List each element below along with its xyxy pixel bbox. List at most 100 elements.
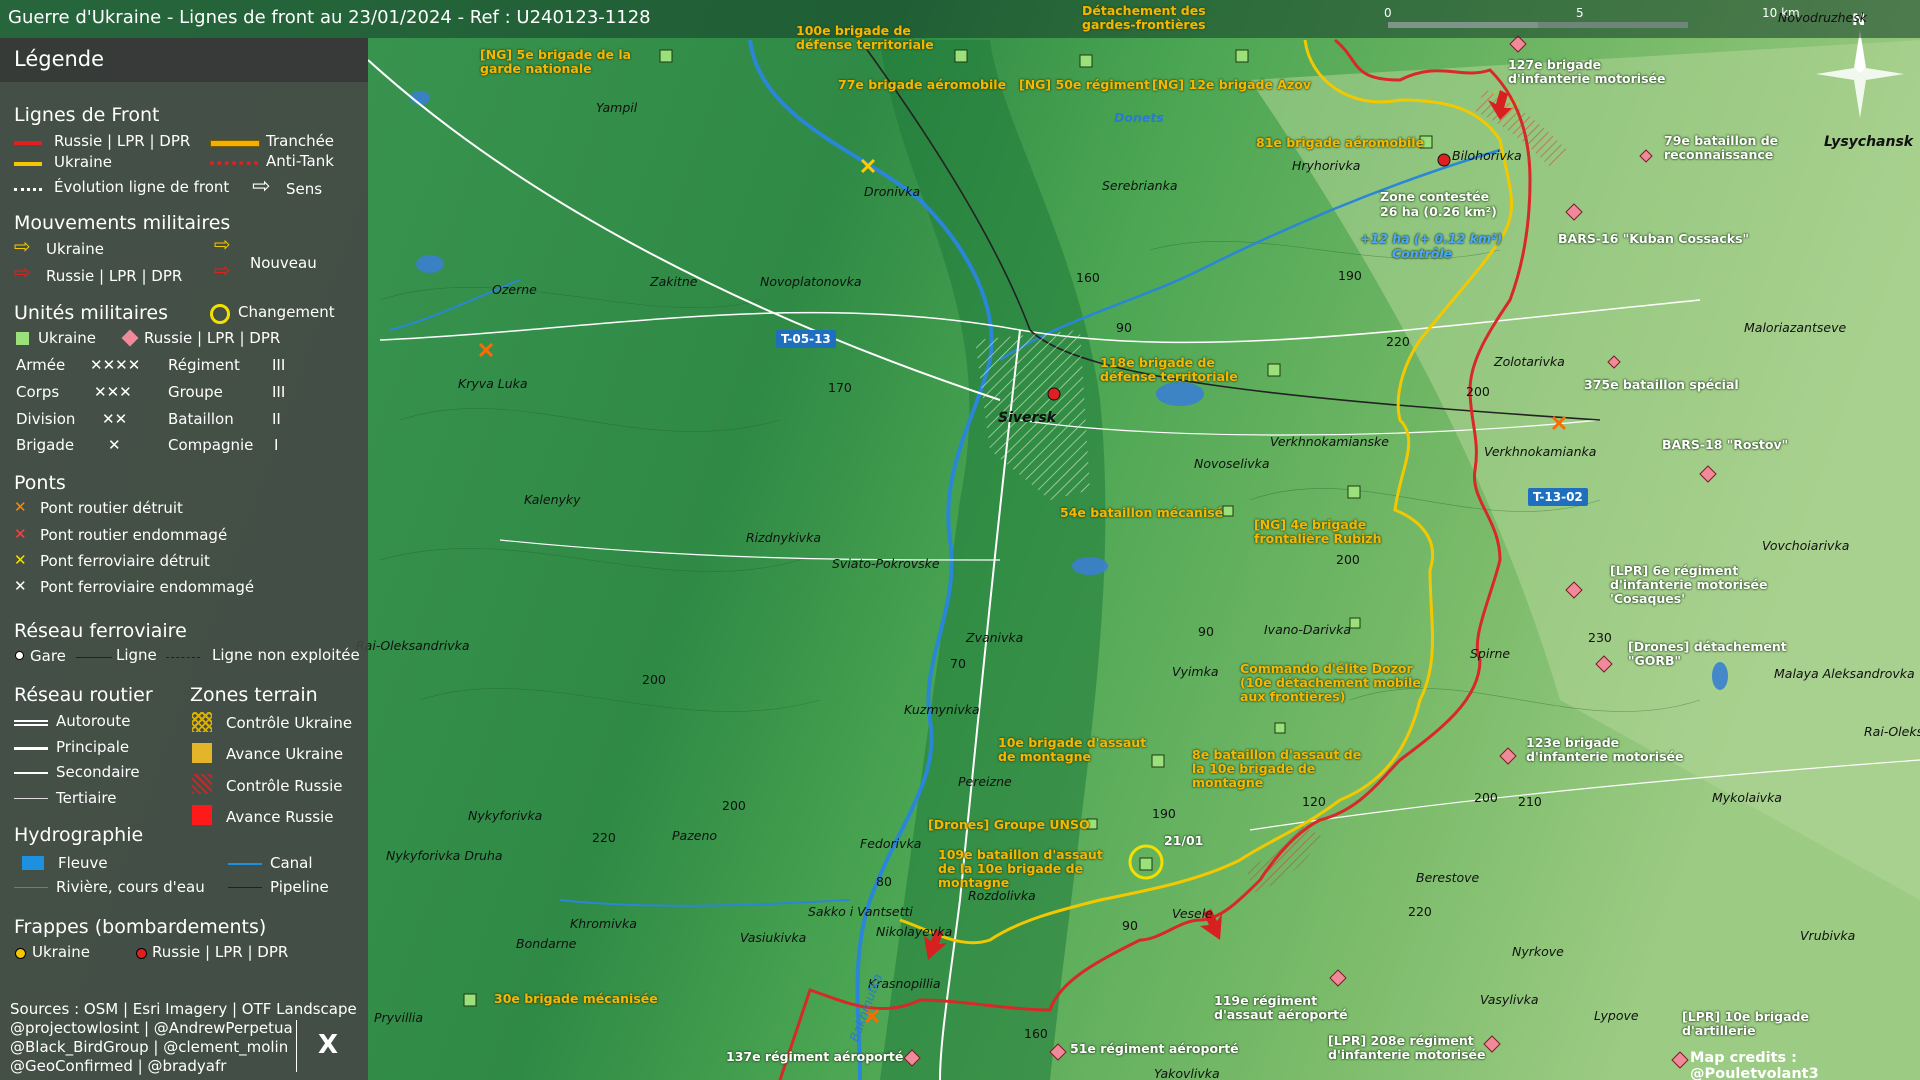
echelon-label: Compagnie [168, 436, 254, 454]
elevation-label: 190 [1152, 806, 1176, 821]
place-label: Rozdolivka [968, 888, 1036, 903]
highway-swatch [14, 720, 48, 726]
legend-units-russia: Russie | LPR | DPR [144, 329, 281, 347]
place-label: Malaya Aleksandrovka [1774, 666, 1915, 681]
x-logo-icon[interactable]: X [318, 1030, 338, 1060]
sources-line: @GeoConfirmed | @bradyafr [10, 1057, 227, 1075]
unit-ua-label[interactable]: [NG] 4e brigade frontalière Rubizh [1254, 518, 1434, 546]
unit-ru-label[interactable]: 375e bataillon spécial [1584, 378, 1739, 392]
place-label: Vyimka [1172, 664, 1219, 679]
elevation-label: 230 [1588, 630, 1612, 645]
legend-front-antitank: Anti-Tank [266, 152, 334, 170]
elevation-label: 160 [1076, 270, 1100, 285]
echelon-symbol: ✕✕✕ [94, 383, 132, 401]
unit-ru-label[interactable]: [LPR] 6e régiment d'infanterie motorisée… [1610, 564, 1770, 606]
legend-moves-russia: Russie | LPR | DPR [46, 267, 183, 285]
unit-ua-label[interactable]: 109e bataillon d'assaut de la 10e brigad… [938, 848, 1118, 890]
place-label: Nyrkove [1512, 944, 1564, 959]
legend-zones-title: Zones terrain [190, 684, 318, 706]
echelon-label: Régiment [168, 356, 240, 374]
unit-ru-label[interactable]: BARS-18 "Rostov" [1662, 438, 1788, 452]
unit-ua-label[interactable]: 77e brigade aéromobile [838, 78, 1006, 92]
unit-ua-label[interactable]: [NG] 5e brigade de la garde nationale [480, 48, 650, 76]
legend-front-russia: Russie | LPR | DPR [54, 132, 191, 150]
unit-ua-label[interactable]: [NG] 12e brigade Azov [1152, 78, 1311, 92]
unit-ua-label[interactable]: 81e brigade aéromobile [1256, 136, 1424, 150]
place-label: Nykyforivka [468, 808, 543, 823]
zone-note-title: Zone contestée [1380, 189, 1490, 204]
place-label: Bilohorivka [1452, 148, 1522, 163]
elevation-label: 200 [642, 672, 666, 687]
place-label: Kalenyky [524, 492, 581, 507]
rail-line-swatch [76, 657, 112, 658]
unit-ua-label[interactable]: Commando d'élite Dozor (10e détachement … [1240, 662, 1430, 704]
unit-ru-label[interactable]: BARS-16 "Kuban Cossacks" [1558, 232, 1749, 246]
ukraine-unit-square-icon [16, 332, 29, 345]
place-label: Novoplatonovka [760, 274, 862, 289]
echelon-label: Bataillon [168, 410, 234, 428]
legend-road-item: Principale [56, 738, 130, 756]
legend-zone-item: Contrôle Ukraine [226, 714, 353, 732]
elevation-label: 200 [1474, 790, 1498, 805]
unit-ru-label[interactable]: 79e bataillon de reconnaissance [1664, 134, 1784, 162]
place-label: Yakovlivka [1154, 1066, 1220, 1080]
unit-ua-label[interactable]: 54e bataillon mécanisé [1060, 506, 1223, 520]
legend-bridge-item: Pont routier endommagé [40, 526, 228, 544]
place-label: Kryva Luka [458, 376, 528, 391]
unit-ru-label[interactable]: 51e régiment aéroporté [1070, 1042, 1239, 1056]
unit-ru-label[interactable]: 127e brigade d'infanterie motorisée [1508, 58, 1678, 86]
legend-panel: Légende Lignes de Front Russie | LPR | D… [0, 38, 368, 1080]
unit-ru-label[interactable]: 137e régiment aéroporté [726, 1050, 903, 1064]
legend-road-item: Autoroute [56, 712, 131, 730]
sources-line: @Black_BirdGroup | @clement_molin [10, 1038, 289, 1056]
echelon-symbol: III [272, 383, 286, 401]
legend-strike-ukraine: Ukraine [32, 943, 90, 961]
canal-swatch [228, 863, 262, 865]
legend-units-ukraine: Ukraine [38, 329, 96, 347]
place-label: Nykyforivka Druha [386, 848, 503, 863]
echelon-label: Division [16, 410, 76, 428]
place-label: Verkhnokamianske [1270, 434, 1389, 449]
unit-ua-label[interactable]: 8e bataillon d'assaut de la 10e brigade … [1192, 748, 1362, 790]
legend-header: Légende [0, 38, 368, 82]
tertiary-road-swatch [14, 798, 48, 799]
legend-bridge-item: Pont routier détruit [40, 499, 183, 517]
place-label: Ozerne [492, 282, 537, 297]
elevation-label: 200 [722, 798, 746, 813]
elevation-label: 220 [1408, 904, 1432, 919]
unit-ua-label[interactable]: [NG] 50e régiment [1019, 78, 1150, 92]
unit-ua-label[interactable]: 118e brigade de défense territoriale [1100, 356, 1260, 384]
legend-moves-ukraine: Ukraine [46, 240, 104, 258]
unit-ua-label[interactable]: [Drones] Groupe UNSO [928, 818, 1090, 832]
place-label: Rai-Oleks [1864, 724, 1920, 739]
unit-ua-label[interactable]: 100e brigade de défense territoriale [796, 24, 966, 52]
zone-note-area: 26 ha (0.26 km²) [1380, 204, 1497, 219]
unit-ru-label[interactable]: 119e régiment d'assaut aéroporté [1214, 994, 1374, 1022]
map-credit: Map credits : @Pouletvolant3 [1690, 1050, 1819, 1080]
ukraine-move-arrow-icon: ⇨ [14, 234, 31, 258]
legend-zone-item: Avance Ukraine [226, 745, 344, 763]
place-label: Maloriazantseve [1744, 320, 1847, 335]
sources-line: @projectowlosint | @AndrewPerpetua [10, 1019, 293, 1037]
place-label: Kuzmynivka [904, 702, 980, 717]
station-icon [15, 651, 24, 660]
rail-bridge-damaged-icon: ✕ [14, 577, 27, 595]
place-label: Novoselivka [1194, 456, 1270, 471]
place-label: Vovchoiarivka [1762, 538, 1850, 553]
place-label: Vesele [1172, 906, 1213, 921]
road-bridge-damaged-icon: ✕ [14, 525, 27, 543]
place-label: Novodruzhesk [1778, 10, 1867, 25]
new-ukraine-arrow-icon: ⇨ [214, 232, 231, 256]
unit-ua-label[interactable]: 10e brigade d'assaut de montagne [998, 736, 1158, 764]
unit-ru-label[interactable]: [Drones] détachement "GORB" [1628, 640, 1788, 668]
elevation-label: 70 [950, 656, 966, 671]
unit-ru-label[interactable]: [LPR] 10e brigade d'artillerie [1682, 1010, 1812, 1038]
legend-road-item: Tertiaire [56, 789, 117, 807]
unit-ru-label[interactable]: [LPR] 208e régiment d'infanterie motoris… [1328, 1034, 1498, 1062]
legend-rail-unused: Ligne non exploitée [212, 646, 360, 664]
unit-ua-label[interactable]: 30e brigade mécanisée [494, 992, 658, 1006]
unit-ua-label[interactable]: Détachement des gardes-frontières [1082, 4, 1212, 32]
rail-bridge-destroyed-icon: ✕ [14, 551, 27, 569]
legend-front-ukraine: Ukraine [54, 153, 112, 171]
unit-ru-label[interactable]: 123e brigade d'infanterie motorisée [1526, 736, 1686, 764]
